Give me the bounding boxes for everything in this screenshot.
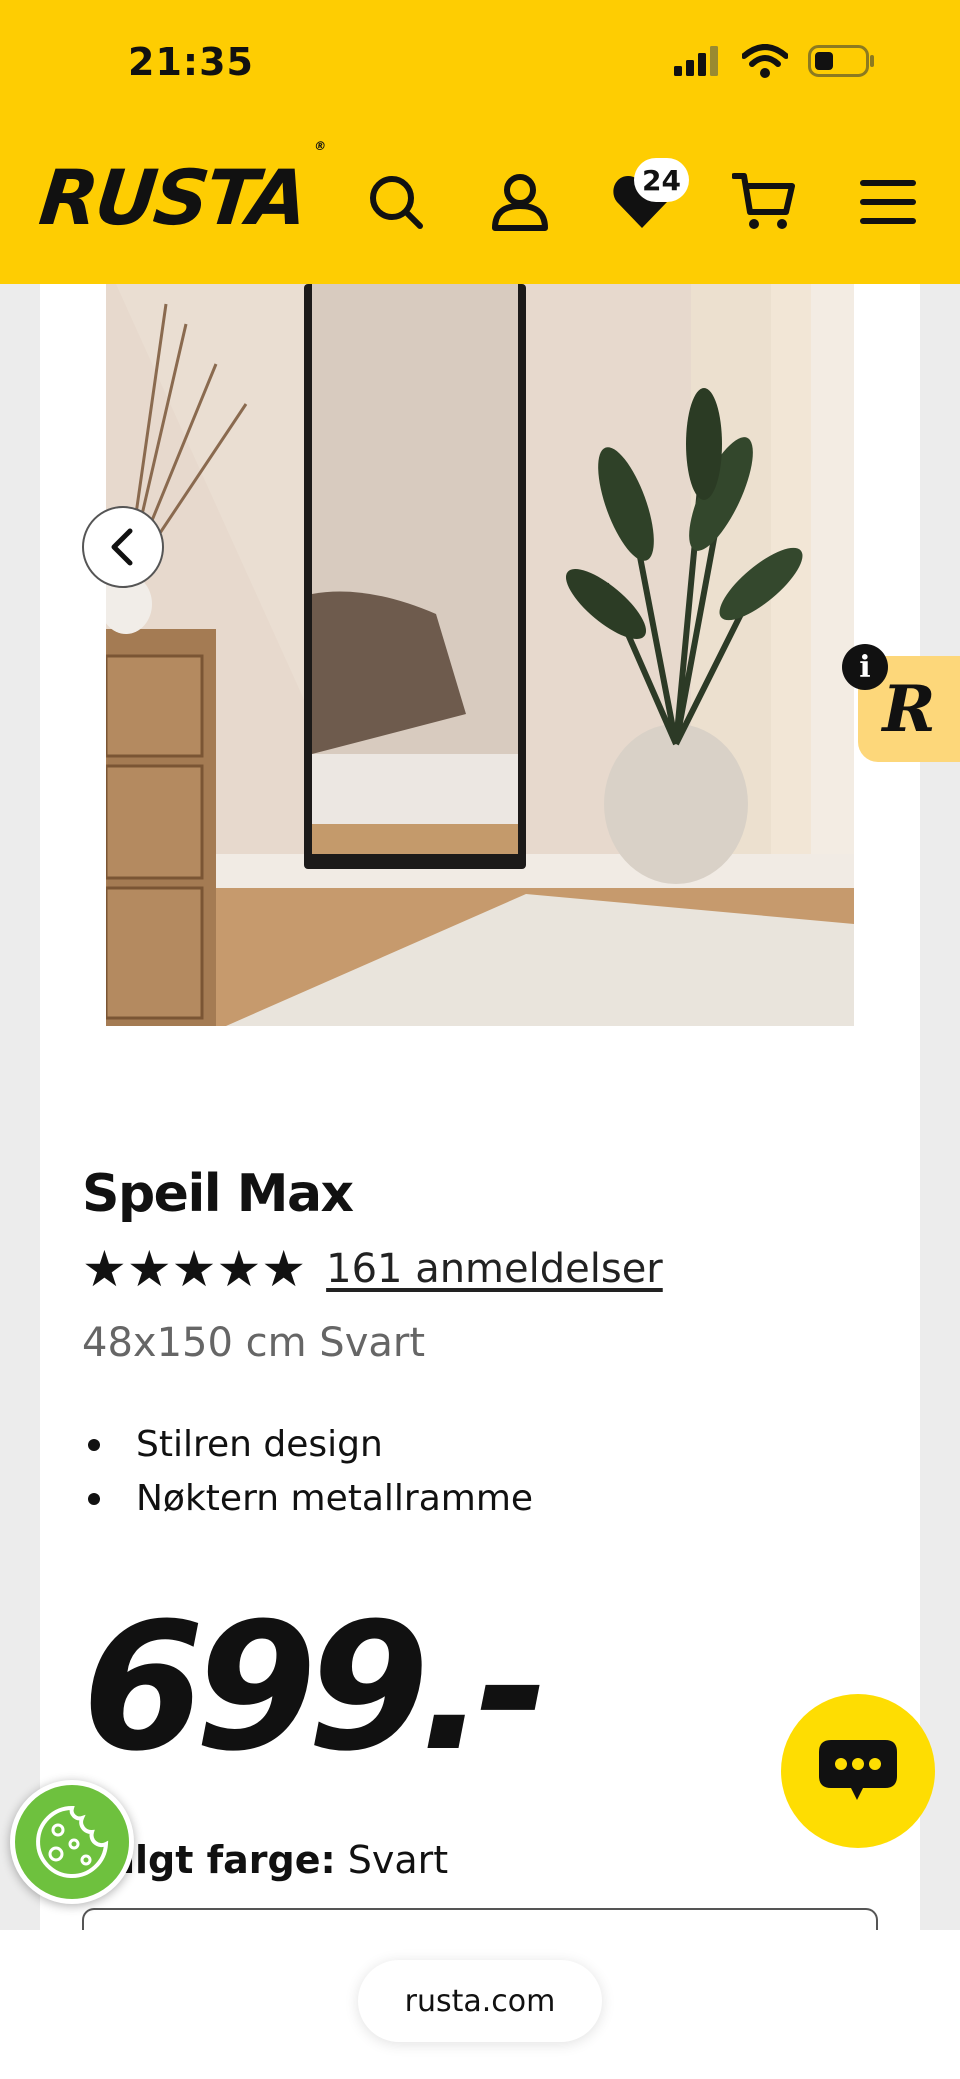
star-rating: ★★★★★ (82, 1240, 307, 1298)
menu-button[interactable] (852, 166, 924, 238)
product-image[interactable] (106, 284, 854, 1026)
feature-item: Nøktern metallramme (82, 1472, 533, 1526)
rusta-logo[interactable]: RUSTA® (35, 139, 324, 242)
feature-item: Stilren design (82, 1418, 533, 1472)
account-button[interactable] (484, 166, 556, 238)
search-button[interactable] (360, 166, 432, 238)
reviews-link[interactable]: 161 anmeldelser (326, 1246, 663, 1292)
selected-color: Valgt farge: Svart (82, 1838, 448, 1882)
product-title: Speil Max (82, 1164, 354, 1224)
browser-bottom-bar: rusta.com (0, 1930, 960, 2079)
user-icon (492, 174, 548, 231)
previous-image-button[interactable] (82, 506, 164, 588)
signal-icon (674, 46, 718, 76)
cart-icon (732, 173, 795, 229)
wifi-icon (742, 44, 788, 78)
wishlist-count-badge: 24 (634, 158, 689, 202)
site-header: 21:35 RUSTA® 24 (0, 0, 960, 284)
feature-list: Stilren design Nøktern metallramme (82, 1418, 533, 1526)
battery-icon (808, 45, 874, 77)
reviews-widget-logo: R (882, 671, 936, 747)
chevron-left-icon (111, 528, 133, 566)
address-bar[interactable]: rusta.com (358, 1960, 602, 2042)
cookie-icon (36, 1805, 109, 1878)
selected-color-value: Svart (347, 1838, 449, 1882)
search-icon (370, 176, 423, 229)
status-time: 21:35 (128, 40, 254, 84)
chat-icon (819, 1740, 897, 1800)
menu-icon (860, 180, 916, 224)
product-variant: 48x150 cm Svart (82, 1320, 426, 1366)
product-price: 699.- (82, 1585, 549, 1790)
product-rating: ★★★★★ 161 anmeldelser (82, 1244, 663, 1294)
chat-button[interactable] (781, 1694, 935, 1848)
cookie-settings-button[interactable] (10, 1780, 134, 1904)
info-icon[interactable]: i (842, 644, 888, 690)
cart-button[interactable] (728, 166, 800, 238)
status-icons (672, 44, 876, 78)
